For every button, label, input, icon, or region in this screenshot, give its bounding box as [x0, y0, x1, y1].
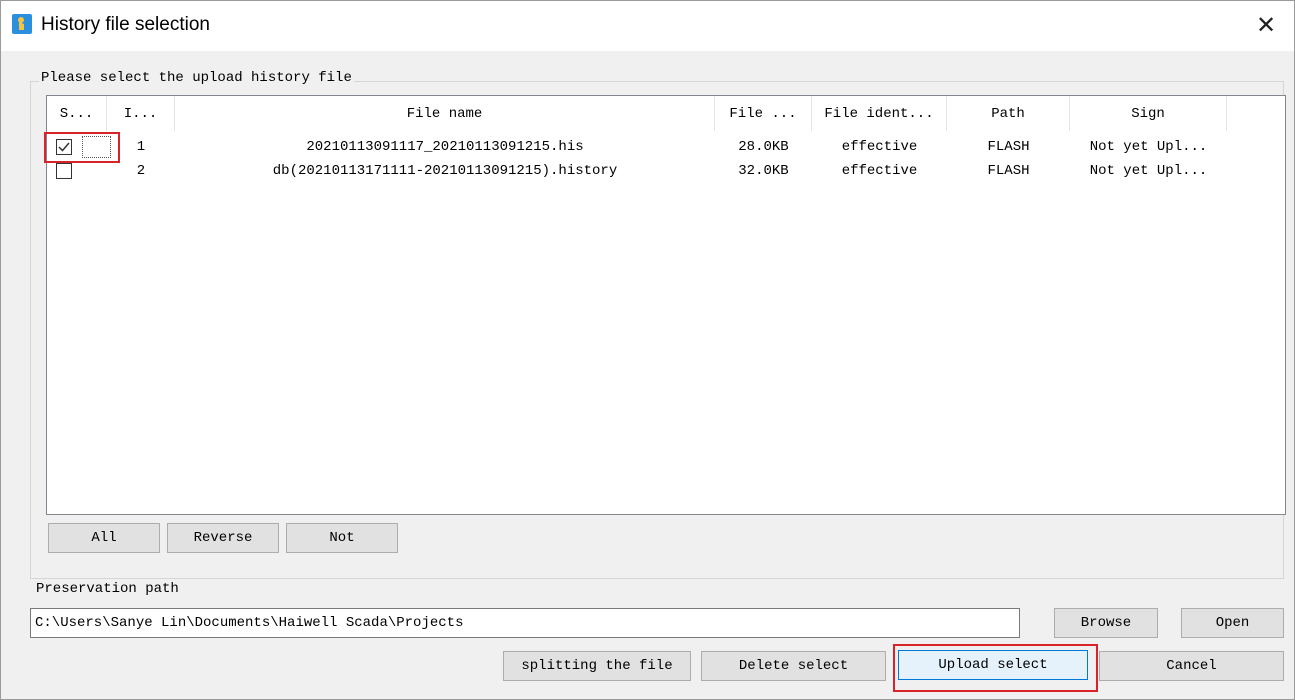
column-header-select[interactable]: S... [47, 96, 107, 131]
title-bar: History file selection ✕ [1, 1, 1294, 51]
row-sign: Not yet Upl... [1089, 139, 1208, 155]
row-file-ident: effective [841, 163, 918, 179]
splitting-file-button[interactable]: splitting the file [503, 651, 691, 681]
row-index: 1 [136, 139, 146, 155]
table-row[interactable]: 1 20210113091117_20210113091215.his 28.0… [47, 136, 1285, 158]
column-header-file-name[interactable]: File name [175, 96, 715, 131]
row-file-name: db(20210113171111-20210113091215).histor… [272, 163, 618, 179]
row-checkbox[interactable] [56, 163, 72, 179]
reverse-selection-button[interactable]: Reverse [167, 523, 279, 553]
upload-select-button[interactable]: Upload select [898, 650, 1088, 680]
cancel-button[interactable]: Cancel [1099, 651, 1284, 681]
list-header: S... I... File name File ... File ident.… [47, 96, 1285, 131]
select-all-button[interactable]: All [48, 523, 160, 553]
row-index: 2 [136, 163, 146, 179]
column-header-file-ident[interactable]: File ident... [812, 96, 947, 131]
row-path: FLASH [987, 139, 1030, 155]
row-file-name: 20210113091117_20210113091215.his [306, 139, 584, 155]
delete-select-button[interactable]: Delete select [701, 651, 886, 681]
window-title: History file selection [41, 14, 210, 35]
row-sign: Not yet Upl... [1089, 163, 1208, 179]
column-header-path[interactable]: Path [947, 96, 1070, 131]
row-file-size: 32.0KB [738, 163, 789, 179]
close-icon[interactable]: ✕ [1246, 7, 1286, 43]
open-button[interactable]: Open [1181, 608, 1284, 638]
table-row[interactable]: 2 db(20210113171111-20210113091215).hist… [47, 160, 1285, 182]
app-icon [12, 14, 32, 34]
preservation-path-label: Preservation path [36, 581, 179, 597]
column-header-index[interactable]: I... [107, 96, 175, 131]
checkmark-icon [58, 142, 70, 152]
column-header-file-size[interactable]: File ... [715, 96, 812, 131]
row-path: FLASH [987, 163, 1030, 179]
select-none-button[interactable]: Not [286, 523, 398, 553]
group-label: Please select the upload history file [39, 70, 354, 86]
row-file-ident: effective [841, 139, 918, 155]
column-header-sign[interactable]: Sign [1070, 96, 1227, 131]
preservation-path-input[interactable]: C:\Users\Sanye Lin\Documents\Haiwell Sca… [30, 608, 1020, 638]
history-file-list[interactable]: S... I... File name File ... File ident.… [46, 95, 1286, 515]
row-file-size: 28.0KB [738, 139, 789, 155]
row-checkbox[interactable] [56, 139, 72, 155]
browse-button[interactable]: Browse [1054, 608, 1158, 638]
history-file-dialog: History file selection ✕ Please select t… [0, 0, 1295, 700]
